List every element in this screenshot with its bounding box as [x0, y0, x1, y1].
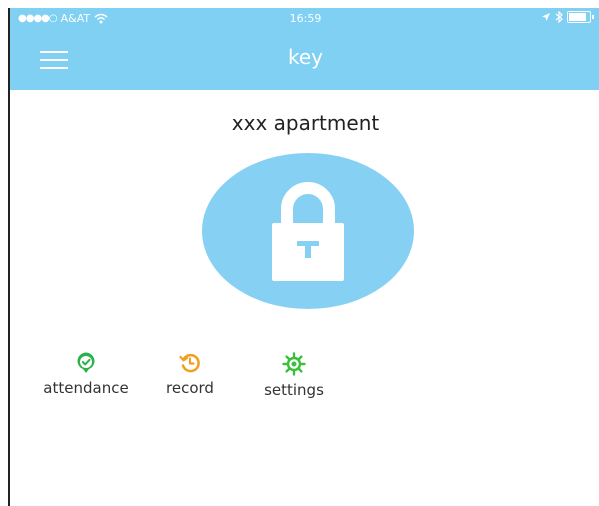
settings-button[interactable]: settings — [248, 352, 340, 399]
status-icons — [541, 11, 594, 23]
apartment-name: xxx apartment — [231, 111, 380, 135]
status-bar: ●●●●○ A&AT 16:59 — [10, 8, 599, 30]
record-label: record — [166, 379, 214, 397]
gear-icon — [282, 352, 306, 376]
attendance-label: attendance — [43, 379, 129, 397]
status-time: 16:59 — [289, 12, 322, 25]
bluetooth-icon — [555, 11, 563, 23]
record-button[interactable]: record — [155, 352, 225, 397]
app-screen: ●●●●○ A&AT 16:59 key xxx apartment atten… — [8, 8, 599, 506]
attendance-button[interactable]: attendance — [30, 352, 142, 397]
check-badge-icon — [77, 352, 95, 373]
history-clock-icon — [179, 353, 200, 373]
nav-bar: key — [10, 30, 599, 90]
unlock-button[interactable] — [202, 153, 414, 309]
settings-label: settings — [264, 381, 324, 399]
page-title: key — [287, 45, 323, 69]
padlock-icon — [272, 182, 344, 281]
battery-icon — [567, 11, 594, 23]
location-arrow-icon — [542, 13, 550, 21]
